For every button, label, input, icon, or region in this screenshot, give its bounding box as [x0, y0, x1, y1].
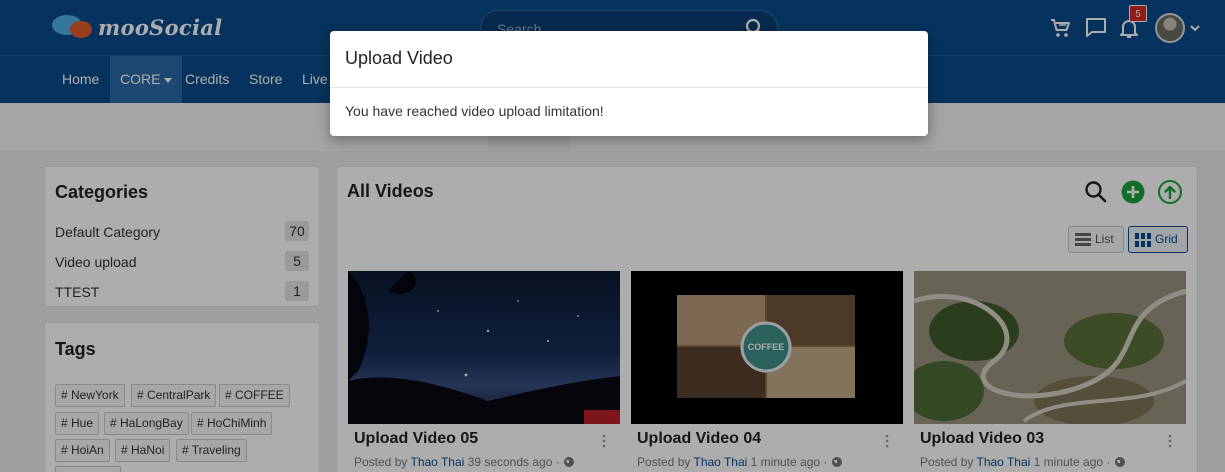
upload-video-modal: Upload Video You have reached video uplo…	[330, 31, 928, 136]
modal-message: You have reached video upload limitation…	[345, 103, 604, 119]
modal-divider	[330, 87, 928, 88]
modal-title: Upload Video	[345, 48, 453, 68]
